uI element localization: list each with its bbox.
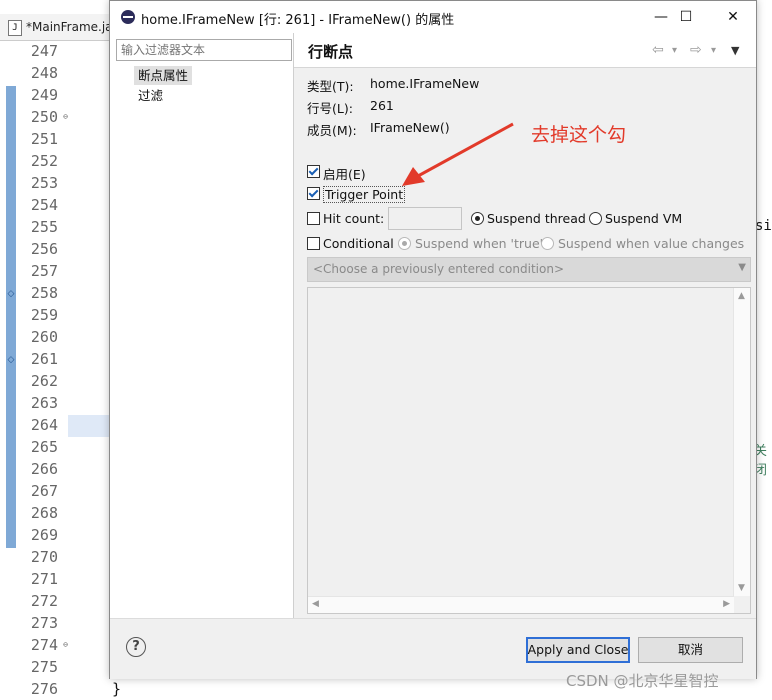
back-dropdown-icon[interactable]: ▾ [672, 45, 677, 56]
forward-arrow-icon[interactable]: ⇨ [690, 42, 702, 58]
line-number: 252 [30, 152, 58, 170]
close-button[interactable]: ✕ [713, 5, 753, 29]
forward-dropdown-icon[interactable]: ▾ [711, 45, 716, 56]
line-number: 271 [30, 570, 58, 588]
line-number: 270 [30, 548, 58, 566]
line-number: 249 [30, 86, 58, 104]
enabled-checkbox[interactable] [307, 165, 320, 178]
help-icon[interactable]: ? [126, 637, 146, 657]
suspend-thread-label: Suspend thread [487, 211, 586, 226]
line-number: 258 [30, 284, 58, 302]
view-menu-icon[interactable]: ▼ [731, 44, 739, 57]
dialog-title: home.IFrameNew [行: 261] - IFrameNew() 的属… [141, 13, 455, 28]
line-number: 257 [30, 262, 58, 280]
line-number: 264 [30, 416, 58, 434]
cancel-button[interactable]: 取消 [638, 637, 743, 663]
line-number: 248 [30, 64, 58, 82]
line-number: 275 [30, 658, 58, 676]
member-value: IFrameNew() [370, 120, 450, 135]
suspend-vm-radio[interactable] [589, 212, 602, 225]
scroll-up-icon[interactable]: ▲ [738, 291, 745, 301]
code-fragment: si: [755, 218, 772, 234]
properties-pane: 行断点 ⇦ ▾ ⇨ ▾ ▼ 类型(T): home.IFrameNew 行号(L… [294, 33, 756, 618]
eclipse-icon [121, 10, 135, 24]
code-closing-brace: } [112, 680, 122, 698]
page-title: 行断点 [308, 43, 354, 61]
navigation-pane: 断点属性 过滤 [110, 33, 294, 618]
scroll-down-icon[interactable]: ▼ [738, 583, 745, 593]
line-number: 268 [30, 504, 58, 522]
watermark: CSDN @北京华星智控 [566, 672, 719, 690]
horizontal-scrollbar[interactable]: ◀ ▶ [308, 596, 734, 613]
line-number: 254 [30, 196, 58, 214]
line-number: 276 [30, 680, 58, 698]
fold-collapse-icon[interactable]: ⊖ [63, 106, 68, 128]
trigger-point-checkbox[interactable] [307, 187, 320, 200]
line-number: 253 [30, 174, 58, 192]
chevron-down-icon: ▼ [738, 262, 746, 273]
current-line-highlight [68, 415, 110, 437]
editor-tab-label: *MainFrame.ja [26, 20, 113, 34]
enabled-label: 启用(E) [323, 167, 366, 182]
scroll-right-icon[interactable]: ▶ [723, 599, 730, 609]
line-number: 256 [30, 240, 58, 258]
line-number: 269 [30, 526, 58, 544]
suspend-thread-radio[interactable] [471, 212, 484, 225]
filter-input[interactable] [116, 39, 292, 61]
breakpoint-properties-dialog: home.IFrameNew [行: 261] - IFrameNew() 的属… [109, 0, 757, 679]
apply-and-close-button[interactable]: Apply and Close [526, 637, 630, 663]
line-number: 261 [30, 350, 58, 368]
scroll-left-icon[interactable]: ◀ [312, 599, 319, 609]
hit-count-checkbox[interactable] [307, 212, 320, 225]
tree-item-filtering[interactable]: 过滤 [134, 86, 167, 105]
line-number: 251 [30, 130, 58, 148]
condition-history-combo[interactable]: <Choose a previously entered condition> … [307, 257, 751, 282]
line-number: 266 [30, 460, 58, 478]
member-label: 成员(M): [307, 123, 357, 138]
line-number: 247 [30, 42, 58, 60]
hit-count-label: Hit count: [323, 211, 385, 226]
annotation-text: 去掉这个勾 [531, 124, 627, 146]
hit-count-input[interactable] [388, 207, 462, 230]
suspend-when-true-label: Suspend when 'true' [415, 236, 544, 251]
breakpoint-marker-icon: ◇ [7, 355, 15, 365]
page-header: 行断点 ⇦ ▾ ⇨ ▾ ▼ [294, 33, 756, 68]
line-value: 261 [370, 98, 394, 113]
line-number: 265 [30, 438, 58, 456]
line-number: 259 [30, 306, 58, 324]
line-number: 250 ⊖ [30, 108, 68, 126]
conditional-label: Conditional [323, 236, 394, 251]
line-number: 260 [30, 328, 58, 346]
line-number-ruler: 247 248 249 250 ⊖ 251 252 253 254 255 256 257 258 259… [20, 40, 68, 700]
line-number: 262 [30, 372, 58, 390]
change-ruler [6, 86, 16, 548]
suspend-when-changes-radio[interactable] [541, 237, 554, 250]
java-file-icon: J [8, 20, 22, 36]
condition-editor[interactable]: ▲ ▼ ◀ ▶ [307, 287, 751, 614]
line-number: 267 [30, 482, 58, 500]
suspend-vm-label: Suspend VM [605, 211, 683, 226]
line-number: 255 [30, 218, 58, 236]
suspend-when-true-radio[interactable] [398, 237, 411, 250]
type-label: 类型(T): [307, 79, 354, 94]
line-number: 274 ⊖ [30, 636, 68, 654]
suspend-when-changes-label: Suspend when value changes [558, 236, 745, 251]
line-number: 263 [30, 394, 58, 412]
fold-collapse-icon[interactable]: ⊖ [63, 634, 68, 656]
trigger-point-label: Trigger Point [323, 186, 406, 203]
vertical-scrollbar[interactable]: ▲ ▼ [733, 288, 750, 596]
tree-item-breakpoint-properties[interactable]: 断点属性 [134, 66, 193, 85]
line-number: 272 [30, 592, 58, 610]
breakpoint-marker-icon: ◇ [7, 289, 15, 299]
maximize-button[interactable]: ☐ [666, 5, 706, 29]
conditional-checkbox[interactable] [307, 237, 320, 250]
condition-combo-text: <Choose a previously entered condition> [313, 262, 564, 276]
back-arrow-icon[interactable]: ⇦ [652, 42, 664, 58]
editor-tab[interactable]: J *MainFrame.ja [0, 14, 113, 41]
type-value: home.IFrameNew [370, 76, 480, 91]
line-label: 行号(L): [307, 101, 353, 116]
title-bar: home.IFrameNew [行: 261] - IFrameNew() 的属… [110, 1, 756, 33]
line-number: 273 [30, 614, 58, 632]
